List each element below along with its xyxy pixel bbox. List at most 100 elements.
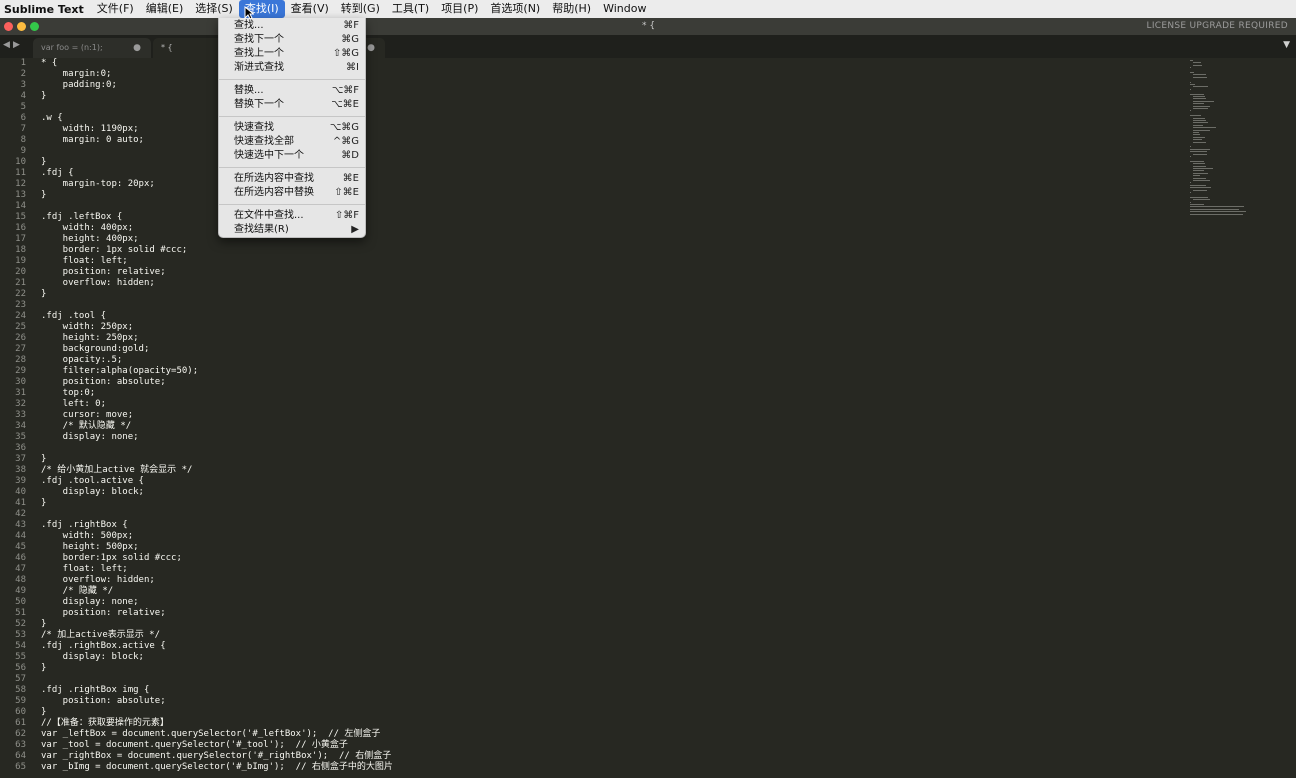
unsaved-dot-icon[interactable]: ● [367, 38, 375, 58]
code-line[interactable]: overflow: hidden; [41, 575, 1181, 586]
code-line[interactable]: display: none; [41, 432, 1181, 443]
code-line[interactable]: display: none; [41, 597, 1181, 608]
menu-project[interactable]: 项目(P) [435, 0, 484, 18]
code-line[interactable]: //【准备：获取要操作的元素】 [41, 718, 1181, 729]
code-line[interactable]: .fdj { [41, 168, 1181, 179]
code-line[interactable]: .w { [41, 113, 1181, 124]
tab-file-1[interactable]: var foo = (n:1); ● [33, 38, 151, 58]
code-line[interactable]: var _tool = document.querySelector('#_to… [41, 740, 1181, 751]
find-menu-item[interactable]: 查找结果(R) ▶ [219, 223, 365, 237]
code-line[interactable]: /* 默认隐藏 */ [41, 421, 1181, 432]
code-line[interactable]: var _leftBox = document.querySelector('#… [41, 729, 1181, 740]
code-line[interactable]: var _rightBox = document.querySelector('… [41, 751, 1181, 762]
find-menu-item[interactable]: 快速查找 ⌥⌘G [219, 121, 365, 135]
code-line[interactable]: .fdj .rightBox.active { [41, 641, 1181, 652]
code-line[interactable]: filter:alpha(opacity=50); [41, 366, 1181, 377]
tab-scroll-left-icon[interactable]: ◀ [3, 40, 10, 50]
find-menu-item[interactable]: 快速选中下一个 ⌘D [219, 149, 365, 163]
menu-file[interactable]: 文件(F) [91, 0, 140, 18]
code-line[interactable]: .fdj .leftBox { [41, 212, 1181, 223]
tabs-dropdown-icon[interactable]: ▼ [1283, 40, 1290, 50]
code-line[interactable]: margin:0; [41, 69, 1181, 80]
tab-scroll-right-icon[interactable]: ▶ [13, 40, 20, 50]
code-line[interactable]: .fdj .tool.active { [41, 476, 1181, 487]
code-line[interactable]: width: 500px; [41, 531, 1181, 542]
code-line[interactable]: var _bImg = document.querySelector('#_bI… [41, 762, 1181, 773]
code-line[interactable]: background:gold; [41, 344, 1181, 355]
code-line[interactable]: display: block; [41, 652, 1181, 663]
code-line[interactable]: /* 隐藏 */ [41, 586, 1181, 597]
code-line[interactable]: left: 0; [41, 399, 1181, 410]
code-line[interactable]: width: 400px; [41, 223, 1181, 234]
code-line[interactable]: top:0; [41, 388, 1181, 399]
find-menu-item[interactable]: 在文件中查找... ⇧⌘F [219, 209, 365, 223]
code-line[interactable]: /* 给小黄加上active 就会显示 */ [41, 465, 1181, 476]
find-menu-item[interactable]: 渐进式查找 ⌘I [219, 61, 365, 75]
code-line[interactable]: .fdj .rightBox img { [41, 685, 1181, 696]
code-line[interactable]: padding:0; [41, 80, 1181, 91]
code-line[interactable]: .fdj .rightBox { [41, 520, 1181, 531]
code-line[interactable]: float: left; [41, 256, 1181, 267]
code-line[interactable]: } [41, 707, 1181, 718]
menu-help[interactable]: 帮助(H) [546, 0, 597, 18]
code-line[interactable]: float: left; [41, 564, 1181, 575]
code-line[interactable]: position: absolute; [41, 696, 1181, 707]
code-line[interactable]: * { [41, 58, 1181, 69]
unsaved-dot-icon[interactable]: ● [133, 38, 141, 58]
menu-edit[interactable]: 编辑(E) [140, 0, 190, 18]
code-line[interactable]: margin: 0 auto; [41, 135, 1181, 146]
minimap[interactable] [1186, 58, 1296, 778]
code-line[interactable]: height: 400px; [41, 234, 1181, 245]
find-menu-item[interactable]: 查找上一个 ⇧⌘G [219, 47, 365, 61]
code-line[interactable]: } [41, 157, 1181, 168]
menu-selection[interactable]: 选择(S) [189, 0, 239, 18]
code-line[interactable]: } [41, 454, 1181, 465]
code-line[interactable]: overflow: hidden; [41, 278, 1181, 289]
code-line[interactable]: height: 500px; [41, 542, 1181, 553]
menu-preferences[interactable]: 首选项(N) [484, 0, 546, 18]
code-line[interactable] [41, 674, 1181, 685]
code-line[interactable]: height: 250px; [41, 333, 1181, 344]
menu-tools[interactable]: 工具(T) [386, 0, 435, 18]
find-menu-item[interactable]: 查找下一个 ⌘G [219, 33, 365, 47]
zoom-window-button[interactable] [30, 22, 39, 31]
find-menu-item[interactable]: 查找... ⌘F [219, 19, 365, 33]
minimize-window-button[interactable] [17, 22, 26, 31]
code-line[interactable]: cursor: move; [41, 410, 1181, 421]
code-line[interactable]: margin-top: 20px; [41, 179, 1181, 190]
menu-goto[interactable]: 转到(G) [335, 0, 386, 18]
find-menu-item[interactable]: 替换下一个 ⌥⌘E [219, 98, 365, 112]
code-line[interactable] [41, 201, 1181, 212]
menu-window[interactable]: Window [597, 0, 652, 18]
code-line[interactable]: } [41, 619, 1181, 630]
code-line[interactable] [41, 509, 1181, 520]
code-line[interactable]: border: 1px solid #ccc; [41, 245, 1181, 256]
code-line[interactable]: width: 1190px; [41, 124, 1181, 135]
code-line[interactable]: } [41, 91, 1181, 102]
find-menu-item[interactable]: 快速查找全部 ^⌘G [219, 135, 365, 149]
find-menu-item[interactable]: 在所选内容中替换 ⇧⌘E [219, 186, 365, 200]
code-line[interactable]: .fdj .tool { [41, 311, 1181, 322]
code-line[interactable]: display: block; [41, 487, 1181, 498]
code-line[interactable] [41, 443, 1181, 454]
code-line[interactable]: width: 250px; [41, 322, 1181, 333]
code-editor[interactable]: * { margin:0; padding:0;} .w { width: 119… [41, 58, 1181, 778]
code-line[interactable] [41, 146, 1181, 157]
code-line[interactable]: border:1px solid #ccc; [41, 553, 1181, 564]
close-window-button[interactable] [4, 22, 13, 31]
find-menu-item[interactable]: 替换... ⌥⌘F [219, 84, 365, 98]
code-line[interactable]: } [41, 190, 1181, 201]
code-line[interactable]: /* 加上active表示显示 */ [41, 630, 1181, 641]
find-menu-item[interactable]: 在所选内容中查找 ⌘E [219, 172, 365, 186]
app-menu[interactable]: Sublime Text [0, 3, 91, 16]
code-line[interactable] [41, 300, 1181, 311]
code-line[interactable]: position: absolute; [41, 377, 1181, 388]
code-line[interactable] [41, 102, 1181, 113]
code-line[interactable]: } [41, 663, 1181, 674]
code-line[interactable]: position: relative; [41, 267, 1181, 278]
code-line[interactable]: opacity:.5; [41, 355, 1181, 366]
code-line[interactable]: } [41, 498, 1181, 509]
menu-view[interactable]: 查看(V) [285, 0, 335, 18]
code-line[interactable]: } [41, 289, 1181, 300]
code-line[interactable]: position: relative; [41, 608, 1181, 619]
